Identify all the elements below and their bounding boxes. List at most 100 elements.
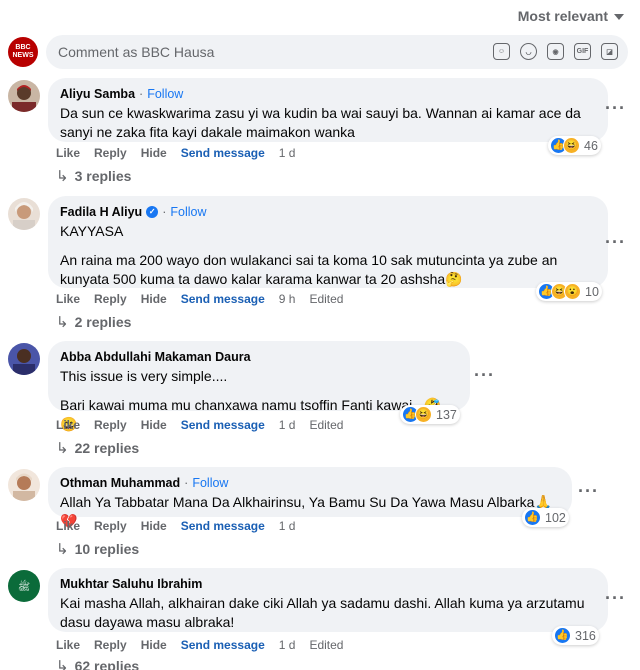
edited-label: Edited [309, 638, 344, 652]
haha-reaction-icon: 😆 [415, 406, 432, 423]
reactions-summary[interactable]: 👍 😆 😮 10 [536, 282, 602, 301]
reply-button[interactable]: Reply [94, 146, 127, 160]
comment-text: KAYYASA An raina ma 200 wayo don wulakan… [60, 223, 558, 287]
verified-icon: ✓ [146, 206, 159, 218]
hide-button[interactable]: Hide [141, 146, 167, 160]
comment-input[interactable]: Comment as BBC Hausa ☺ ◡ ◉ GIF ◪ [46, 35, 628, 69]
hide-button[interactable]: Hide [141, 292, 167, 306]
avatar[interactable] [8, 343, 40, 375]
reply-button[interactable]: Reply [94, 418, 127, 432]
comment-actions: Like Reply Hide Send message 9 h Edited [56, 292, 343, 306]
camera-icon[interactable]: ◉ [547, 43, 564, 60]
reactions-summary[interactable]: 👍 😆 46 [548, 136, 601, 155]
comment-author[interactable]: Othman Muhammad [60, 475, 180, 491]
reaction-count: 10 [585, 284, 599, 299]
view-replies-button[interactable]: ↳ 2 replies [56, 313, 131, 331]
hide-button[interactable]: Hide [141, 418, 167, 432]
reply-button[interactable]: Reply [94, 292, 127, 306]
send-message-button[interactable]: Send message [181, 418, 265, 432]
timestamp[interactable]: 1 d [279, 519, 296, 533]
avatar-text-bbc: BBC [15, 44, 31, 51]
haha-reaction-icon: 😆 [563, 137, 580, 154]
replies-count: 22 replies [74, 440, 140, 456]
timestamp[interactable]: 9 h [279, 292, 296, 306]
reaction-count: 137 [436, 407, 457, 422]
reply-button[interactable]: Reply [94, 519, 127, 533]
view-replies-button[interactable]: ↳ 62 replies [56, 657, 139, 670]
send-message-button[interactable]: Send message [181, 146, 265, 160]
send-message-button[interactable]: Send message [181, 292, 265, 306]
timestamp[interactable]: 1 d [279, 638, 296, 652]
follow-link[interactable]: Follow [170, 204, 206, 220]
comment-bubble: Fadila H Aliyu ✓ · Follow KAYYASA An rai… [48, 196, 608, 288]
timestamp[interactable]: 1 d [279, 146, 296, 160]
like-button[interactable]: Like [56, 418, 80, 432]
more-options-icon[interactable]: ··· [605, 232, 626, 253]
comment-bubble: Othman Muhammad · Follow Allah Ya Tabbat… [48, 467, 572, 529]
comment-composer: BBC NEWS Comment as BBC Hausa ☺ ◡ ◉ GIF … [8, 34, 628, 70]
comment-actions: Like Reply Hide Send message 1 d Edited [56, 638, 343, 652]
more-options-icon[interactable]: ··· [605, 588, 626, 609]
avatar[interactable]: ﷺ [8, 570, 40, 602]
like-reaction-icon: 👍 [524, 509, 541, 526]
timestamp[interactable]: 1 d [279, 418, 296, 432]
send-message-button[interactable]: Send message [181, 519, 265, 533]
comment-actions: Like Reply Hide Send message 1 d [56, 146, 295, 160]
follow-link[interactable]: Follow [147, 86, 183, 102]
reactions-summary[interactable]: 👍 102 [522, 508, 569, 527]
emoji-icon[interactable]: ◡ [520, 43, 537, 60]
comment-author[interactable]: Fadila H Aliyu [60, 204, 142, 220]
reactions-summary[interactable]: 👍 316 [552, 626, 599, 645]
comment-author[interactable]: Mukhtar Saluhu Ibrahim [60, 576, 202, 592]
view-replies-button[interactable]: ↳ 3 replies [56, 167, 131, 185]
more-options-icon[interactable]: ··· [578, 481, 599, 502]
send-message-button[interactable]: Send message [181, 638, 265, 652]
reply-arrow-icon: ↳ [56, 314, 69, 331]
wow-reaction-icon: 😮 [564, 283, 581, 300]
follow-link[interactable]: Follow [192, 475, 228, 491]
replies-count: 3 replies [74, 168, 132, 184]
edited-label: Edited [309, 418, 344, 432]
sort-dropdown[interactable]: Most relevant [518, 8, 624, 24]
reaction-count: 102 [545, 510, 566, 525]
more-options-icon[interactable]: ··· [474, 365, 495, 386]
view-replies-button[interactable]: ↳ 10 replies [56, 540, 139, 558]
comment-author[interactable]: Abba Abdullahi Makaman Daura [60, 349, 251, 365]
comment-bubble: Mukhtar Saluhu Ibrahim Kai masha Allah, … [48, 568, 608, 632]
avatar-text-news: NEWS [12, 52, 34, 59]
like-button[interactable]: Like [56, 638, 80, 652]
comment-text: Da sun ce kwaskwarima zasu yi wa kudin b… [60, 105, 581, 140]
comment-actions: Like Reply Hide Send message 1 d [56, 519, 295, 533]
reactions-summary[interactable]: 👍 😆 137 [400, 405, 460, 424]
view-replies-button[interactable]: ↳ 22 replies [56, 439, 139, 457]
replies-count: 62 replies [74, 658, 140, 670]
reaction-count: 46 [584, 138, 598, 153]
replies-count: 2 replies [74, 314, 132, 330]
svg-text:ﷺ: ﷺ [18, 579, 30, 593]
replies-count: 10 replies [74, 541, 140, 557]
more-options-icon[interactable]: ··· [605, 98, 626, 119]
comment-bubble: Aliyu Samba · Follow Da sun ce kwaskwari… [48, 78, 608, 142]
sticker-icon[interactable]: ◪ [601, 43, 618, 60]
reply-button[interactable]: Reply [94, 638, 127, 652]
reaction-count: 316 [575, 628, 596, 643]
like-button[interactable]: Like [56, 146, 80, 160]
chevron-down-icon [614, 14, 624, 20]
reply-arrow-icon: ↳ [56, 440, 69, 457]
avatar[interactable] [8, 198, 40, 230]
reply-arrow-icon: ↳ [56, 658, 69, 670]
like-reaction-icon: 👍 [554, 627, 571, 644]
avatar[interactable] [8, 469, 40, 501]
reply-arrow-icon: ↳ [56, 541, 69, 558]
avatar-sticker-icon[interactable]: ☺ [493, 43, 510, 60]
hide-button[interactable]: Hide [141, 638, 167, 652]
like-button[interactable]: Like [56, 519, 80, 533]
avatar[interactable] [8, 80, 40, 112]
gif-icon[interactable]: GIF [574, 43, 591, 60]
reply-arrow-icon: ↳ [56, 168, 69, 185]
hide-button[interactable]: Hide [141, 519, 167, 533]
sort-label: Most relevant [517, 8, 608, 24]
comment-author[interactable]: Aliyu Samba [60, 86, 135, 102]
like-button[interactable]: Like [56, 292, 80, 306]
edited-label: Edited [309, 292, 344, 306]
